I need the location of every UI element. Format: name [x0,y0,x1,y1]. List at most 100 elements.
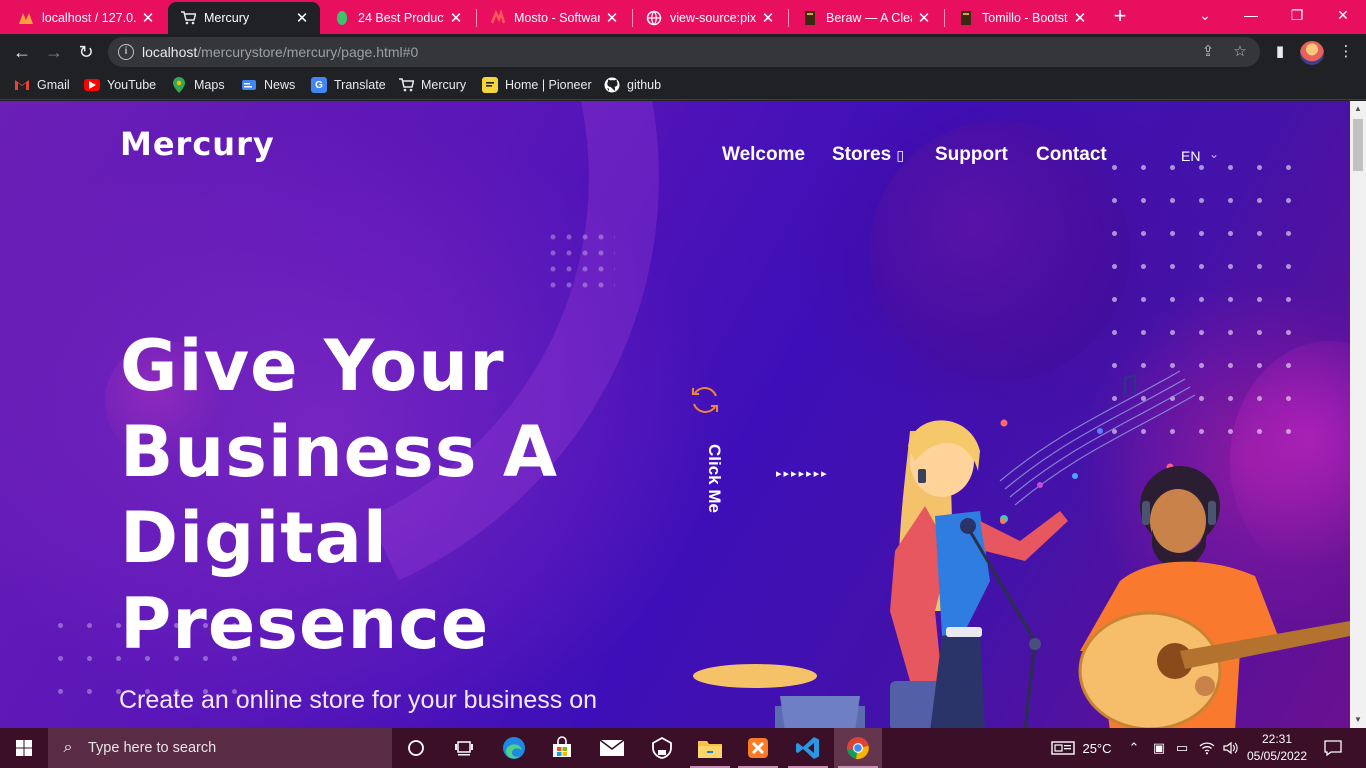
scroll-up-arrow-icon[interactable]: ▲ [1350,101,1366,117]
url-text[interactable]: localhost/mercurystore/mercury/page.html… [142,44,418,60]
close-icon[interactable]: ✕ [604,9,620,27]
nav-stores-label: Stores [832,144,897,165]
reload-icon: ↻ [78,42,94,62]
arrow-right-icon: → [45,42,63,62]
tab-mosto[interactable]: Mosto - Software a ✕ [478,2,630,34]
start-button[interactable] [0,728,48,768]
chevron-down-icon[interactable]: ⌄ [1209,147,1219,161]
task-view-button[interactable] [440,728,488,768]
nav-support[interactable]: Support [935,144,1008,166]
tab-mercury[interactable]: Mercury ✕ [168,2,320,34]
tab-separator [944,9,945,27]
cortana-icon [408,740,424,756]
phpmyadmin-icon [18,10,34,26]
close-icon[interactable]: ✕ [1072,9,1088,27]
store-icon [553,736,571,757]
vscode-button[interactable] [784,728,832,768]
wifi-icon[interactable] [1196,728,1218,768]
bookmark-gmail[interactable]: Gmail [14,76,70,94]
book-icon [958,10,974,26]
tab-tomillo[interactable]: Tomillo - Bootstra ✕ [946,2,1098,34]
globe-icon [646,10,662,26]
hero-title: Give Your Business A Digital Presence [120,323,680,667]
close-icon[interactable]: ✕ [294,9,310,27]
info-icon[interactable]: i [118,44,134,60]
folder-icon [698,741,722,758]
close-icon[interactable]: ✕ [448,9,464,27]
close-icon[interactable]: ✕ [760,9,776,27]
bookmark-translate[interactable]: G Translate [311,76,386,94]
close-icon[interactable]: ✕ [916,9,932,27]
leaf-icon [334,10,350,26]
scrollbar-thumb[interactable] [1353,119,1363,171]
edge-button[interactable] [490,728,538,768]
weather-temperature[interactable]: 25°C [1080,728,1114,768]
volume-icon[interactable] [1220,728,1242,768]
bookmark-news[interactable]: News [241,76,295,94]
bookmark-youtube[interactable]: YouTube [84,76,156,94]
nav-welcome[interactable]: Welcome [722,144,805,166]
close-icon[interactable]: ✕ [140,9,156,27]
chevron-down-icon: ⌄ [1199,7,1211,23]
search-icon: ⌕ [63,739,73,756]
cart-icon [180,10,196,26]
chrome-button[interactable] [834,728,882,768]
bookmark-mercury[interactable]: Mercury [398,76,466,94]
notifications-icon[interactable] [1318,728,1348,768]
bookmark-github[interactable]: github [604,76,661,94]
device-icon[interactable]: ▣ [1148,728,1170,768]
scroll-down-arrow-icon[interactable]: ▼ [1350,712,1366,728]
weather-icon[interactable] [1046,728,1080,768]
store-button[interactable] [538,728,586,768]
window-close-button[interactable]: ✕ [1320,0,1366,32]
minimize-button[interactable]: — [1228,0,1274,32]
profile-avatar[interactable] [1300,41,1324,65]
tab-product-landing[interactable]: 24 Best Product La ✕ [322,2,474,34]
reload-button[interactable]: ↻ [72,38,100,66]
nav-contact[interactable]: Contact [1036,144,1107,166]
cortana-button[interactable] [392,728,440,768]
security-button[interactable] [638,728,686,768]
system-clock[interactable]: 22:31 05/05/2022 [1244,731,1310,765]
cart-icon [398,77,414,93]
github-icon [604,77,620,93]
youtube-icon [84,79,100,91]
site-logo[interactable]: Mercury [120,125,275,163]
bookmark-pioneer[interactable]: Home | Pioneer [482,76,592,94]
pioneer-icon [482,77,498,93]
musicians-illustration [693,370,1350,728]
nav-stores[interactable]: Stores ▯ [832,144,904,166]
hero-title-line: Give Your [120,325,505,407]
tab-strip: localhost / 127.0.0 ✕ Mercury ✕ 24 Best … [0,0,1366,34]
windows-taskbar: ⌕ Type here to search 25°C ⌃ ▣ ▭ 22:31 0… [0,728,1366,768]
tab-phpmyadmin[interactable]: localhost / 127.0.0 ✕ [6,2,166,34]
share-icon[interactable]: ⇪ [1198,42,1218,60]
tab-search-button[interactable]: ⌄ [1182,0,1228,32]
mosto-icon [490,10,506,26]
tab-separator [788,9,789,27]
menu-icon[interactable]: ⋮ [1332,38,1360,66]
bookmark-maps[interactable]: Maps [171,76,225,94]
tab-beraw[interactable]: Beraw — A Clean ✕ [790,2,942,34]
file-explorer-button[interactable] [686,728,734,768]
new-tab-button[interactable]: + [1108,4,1132,30]
tab-view-source[interactable]: view-source:pixne ✕ [634,2,786,34]
edge-icon [503,737,525,759]
back-button[interactable]: ← [8,38,36,66]
mail-button[interactable] [588,728,636,768]
side-panel-icon[interactable]: ▮ [1266,38,1294,66]
xampp-button[interactable] [734,728,782,768]
battery-icon[interactable]: ▭ [1172,728,1192,768]
vertical-scrollbar[interactable]: ▲ ▼ [1350,101,1366,728]
star-icon[interactable]: ☆ [1230,42,1250,60]
language-selector[interactable]: EN [1181,148,1200,164]
task-view-icon [455,741,473,756]
chevron-up-icon[interactable]: ⌃ [1124,728,1144,768]
hero-title-line: Digital [120,497,388,579]
book-icon [802,10,818,26]
restore-button[interactable]: ❐ [1274,0,1320,32]
taskbar-search[interactable]: ⌕ Type here to search [48,728,392,768]
forward-button[interactable]: → [40,38,68,66]
address-bar[interactable]: i localhost/mercurystore/mercury/page.ht… [108,37,1260,67]
hero-title-line: Business A [120,411,559,493]
